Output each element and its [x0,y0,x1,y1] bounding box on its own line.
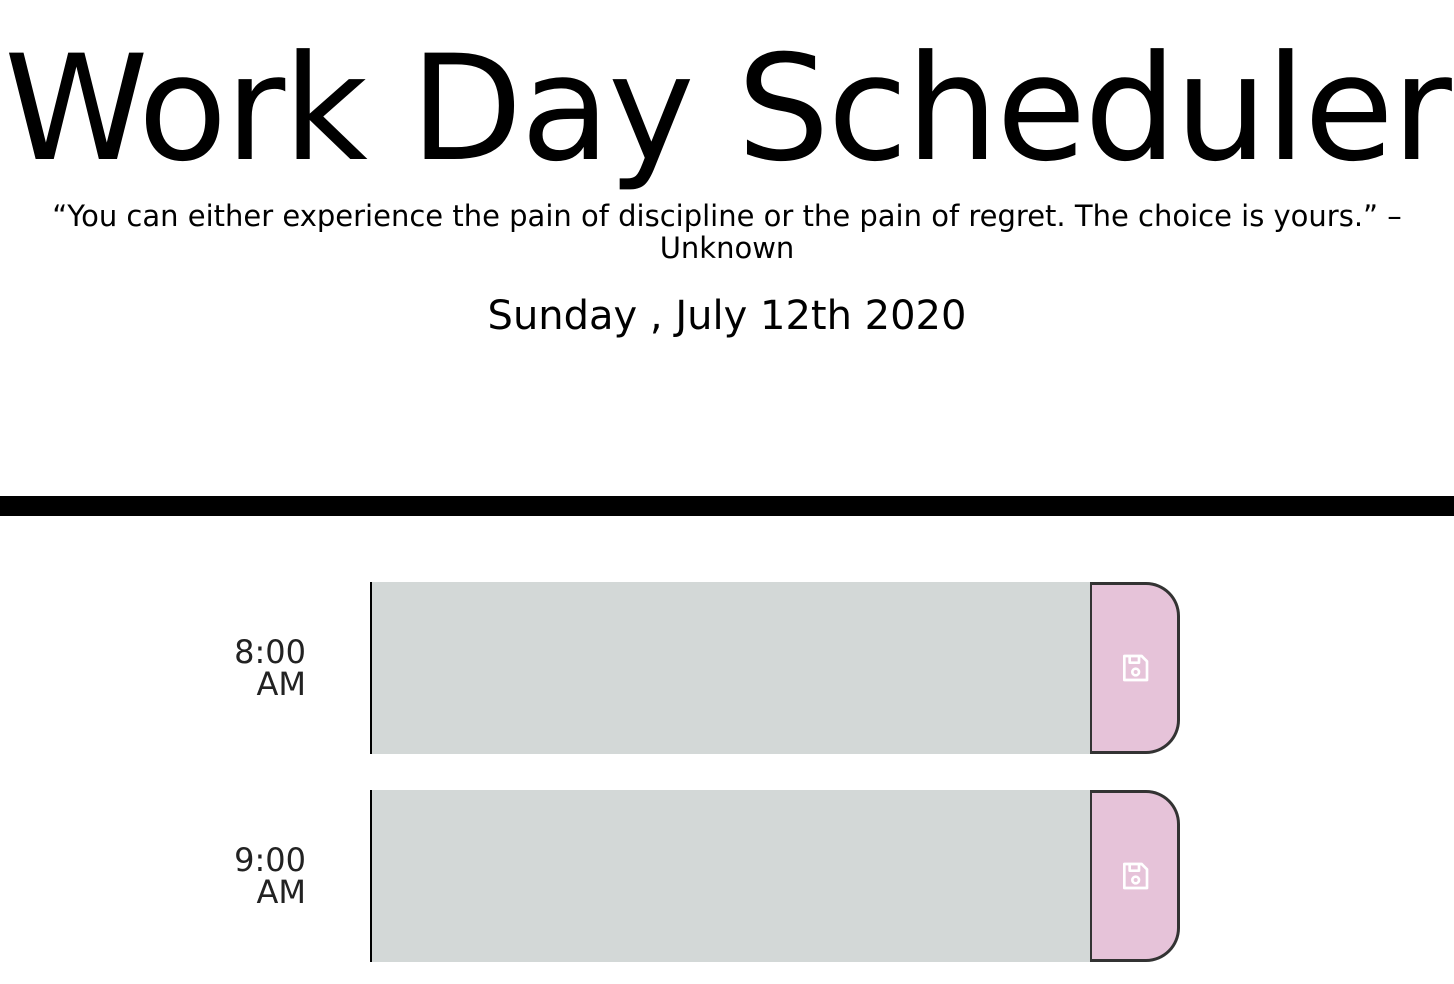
current-day: Sunday , July 12th 2020 [487,293,967,339]
quote: “You can either experience the pain of d… [52,199,1402,265]
save-button[interactable] [1090,582,1180,754]
save-icon [1122,862,1148,890]
hour-label: 9:00 AM [200,790,306,962]
hour-label-meridiem: AM [256,873,307,911]
description-input[interactable] [370,790,1090,962]
description-input[interactable] [370,582,1090,754]
time-block: 9:00 AM [0,790,1454,962]
header: Work Day Scheduler “You can either exper… [0,0,1454,496]
hour-label-time: 9:00 [234,841,306,879]
save-button[interactable] [1090,790,1180,962]
hour-label: 8:00 AM [200,582,306,754]
header-divider [0,496,1454,516]
hour-label-time: 8:00 [234,633,306,671]
time-block: 8:00 AM [0,582,1454,754]
hour-label-meridiem: AM [256,665,307,703]
save-icon [1122,654,1148,682]
page-title: Work Day Scheduler [4,24,1452,194]
